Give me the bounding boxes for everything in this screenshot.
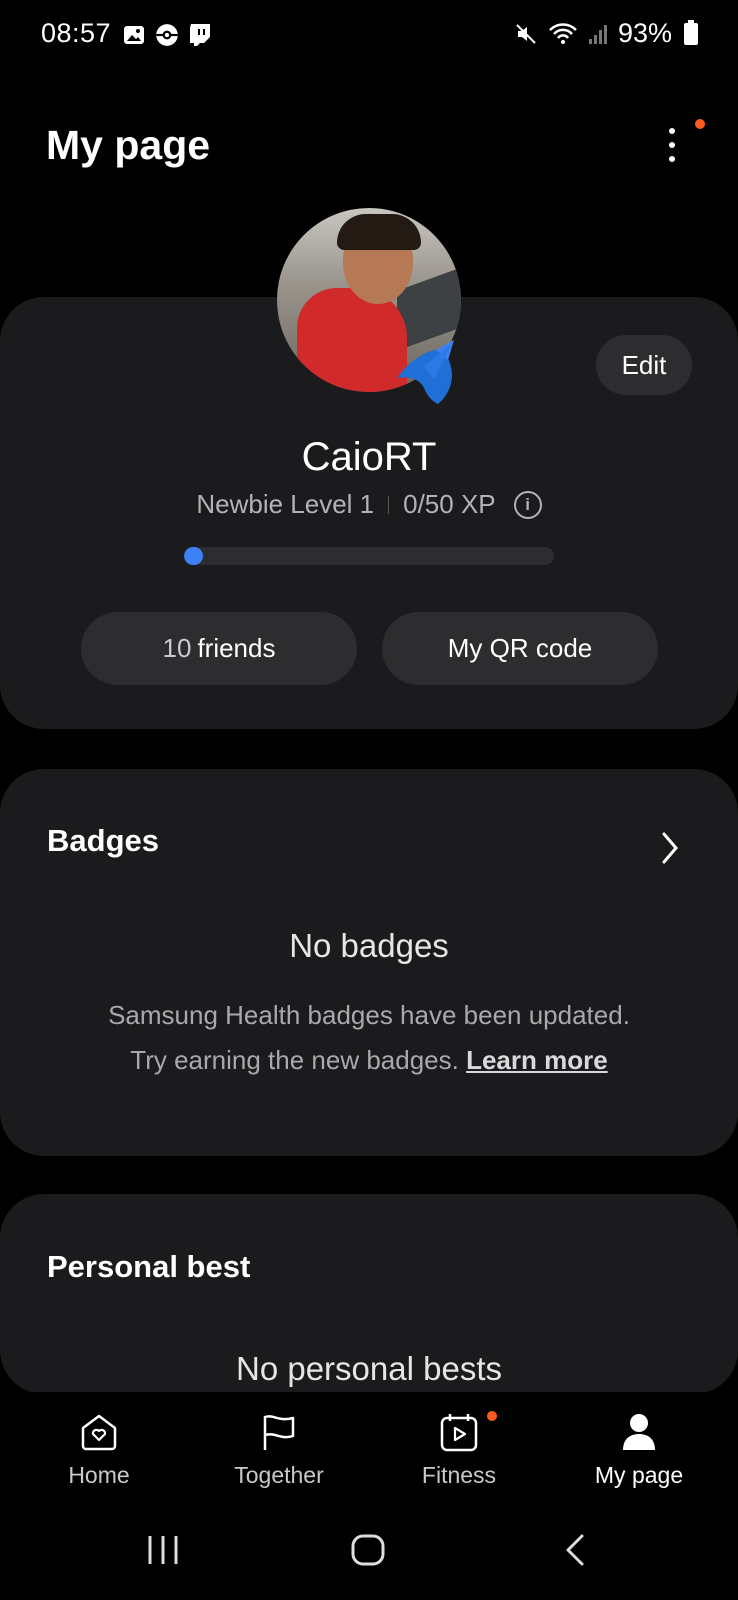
page-title: My page: [46, 122, 211, 168]
status-time: 08:57: [41, 18, 112, 48]
home-heart-icon: [81, 1414, 117, 1451]
mute-icon: [516, 23, 536, 44]
fitness-notification-dot: [487, 1411, 497, 1421]
nav-together-label: Together: [234, 1462, 324, 1488]
wifi-icon: [549, 22, 577, 44]
level-badge-icon: [398, 340, 454, 404]
nav-home-label: Home: [68, 1462, 130, 1488]
level-label: Newbie Level 1: [196, 489, 375, 519]
friends-button[interactable]: 10 friends: [81, 612, 357, 685]
username: CaioRT: [301, 435, 437, 479]
recent-apps-button[interactable]: [146, 1530, 180, 1570]
nav-home[interactable]: Home: [9, 1410, 189, 1489]
level-row: Newbie Level 1 0/50 XP i: [0, 489, 738, 520]
home-button[interactable]: [350, 1530, 386, 1570]
badges-description: Samsung Health badges have been updated.…: [0, 993, 738, 1083]
xp-progress-fill: [184, 547, 203, 565]
battery-percent: 93%: [617, 18, 672, 48]
qr-code-button[interactable]: My QR code: [382, 612, 658, 685]
pokeball-icon: [156, 24, 178, 46]
battery-icon: [684, 19, 698, 45]
edit-profile-button[interactable]: Edit: [596, 335, 692, 395]
nav-fitness[interactable]: Fitness: [369, 1410, 549, 1489]
flag-icon: [263, 1415, 295, 1450]
xp-progress-bar: [184, 547, 554, 565]
badges-desc-line2-text: Try earning the new badges.: [130, 1045, 459, 1075]
nav-together[interactable]: Together: [189, 1410, 369, 1489]
play-calendar-icon: [440, 1414, 478, 1452]
gallery-icon: [124, 26, 144, 44]
friends-label: friends: [197, 633, 276, 663]
info-icon[interactable]: i: [513, 490, 542, 519]
signal-icon: [588, 24, 607, 44]
back-button[interactable]: [562, 1530, 588, 1570]
badges-desc-line1: Samsung Health badges have been updated.: [108, 1000, 630, 1030]
chevron-right-icon[interactable]: [660, 830, 680, 866]
badges-title: Badges: [47, 823, 159, 858]
more-notification-dot: [695, 119, 705, 129]
nav-fitness-label: Fitness: [421, 1462, 497, 1488]
nav-my-page-label: My page: [594, 1462, 684, 1488]
person-icon: [623, 1414, 655, 1450]
friends-count: 10: [162, 633, 192, 663]
notification-icons: [122, 22, 212, 48]
more-options-button[interactable]: [660, 128, 684, 168]
learn-more-link[interactable]: Learn more: [466, 1045, 608, 1075]
personal-best-title: Personal best: [47, 1249, 251, 1284]
twitch-icon: [190, 24, 210, 46]
badges-desc-line2: Try earning the new badges. Learn more: [0, 1038, 738, 1083]
system-status-icons: 93%: [514, 18, 698, 49]
divider: [388, 495, 390, 514]
no-personal-bests-text: No personal bests: [236, 1350, 502, 1387]
no-badges-text: No badges: [289, 927, 449, 964]
xp-label: 0/50 XP: [403, 489, 496, 519]
nav-my-page[interactable]: My page: [549, 1410, 729, 1489]
